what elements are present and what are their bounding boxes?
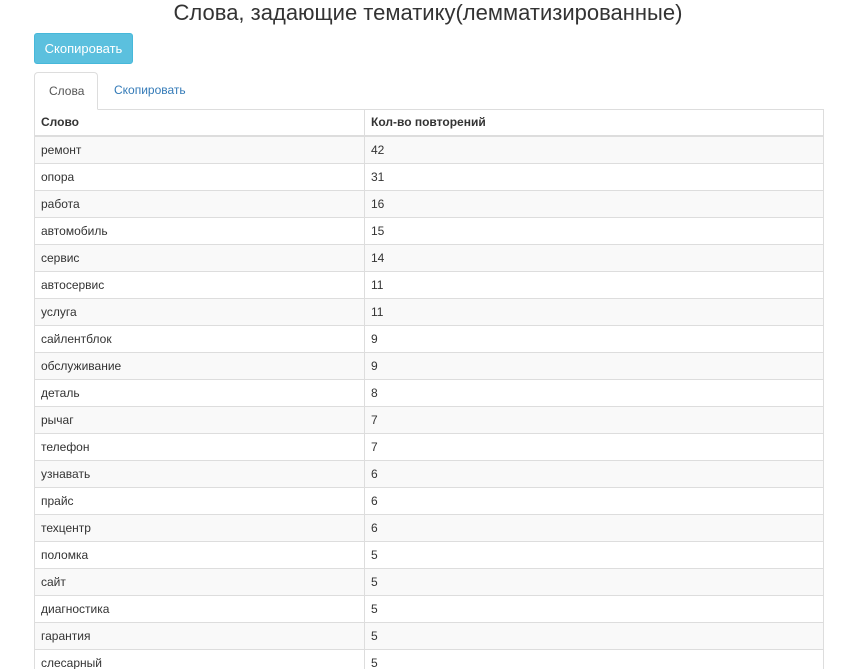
table-row: слесарный 5: [35, 649, 823, 669]
cell-count: 6: [364, 514, 823, 542]
cell-count: 5: [364, 595, 823, 623]
table-body: ремонт 42 опора 31 работа 16 автомобиль 15 серви…: [35, 135, 823, 669]
table-row: автосервис 11: [35, 271, 823, 299]
table-row: автомобиль 15: [35, 217, 823, 245]
tab-bar: Слова Скопировать: [34, 72, 824, 110]
table-row: ремонт 42: [35, 135, 823, 164]
table-row: телефон 7: [35, 433, 823, 461]
table-row: услуга 11: [35, 298, 823, 326]
cell-count: 6: [364, 487, 823, 515]
table-row: рычаг 7: [35, 406, 823, 434]
table-row: гарантия 5: [35, 622, 823, 650]
cell-word: диагностика: [35, 595, 365, 623]
cell-count: 5: [364, 541, 823, 569]
cell-count: 42: [364, 135, 823, 164]
cell-count: 6: [364, 460, 823, 488]
cell-word: телефон: [35, 433, 365, 461]
cell-word: опора: [35, 163, 365, 191]
table-row: техцентр 6: [35, 514, 823, 542]
words-table: Слово Кол-во повторений ремонт 42 опора 31 р…: [35, 109, 823, 669]
table-row: работа 16: [35, 190, 823, 218]
cell-count: 9: [364, 352, 823, 380]
cell-word: узнавать: [35, 460, 365, 488]
table-row: узнавать 6: [35, 460, 823, 488]
tab-words[interactable]: Слова: [34, 72, 98, 110]
copy-button[interactable]: Скопировать: [34, 33, 133, 64]
table-row: обслуживание 9: [35, 352, 823, 380]
cell-word: сайлентблок: [35, 325, 365, 353]
words-table-container: Слово Кол-во повторений ремонт 42 опора 31 р…: [34, 109, 824, 669]
table-row: поломка 5: [35, 541, 823, 569]
column-header-word: Слово: [35, 109, 365, 137]
cell-count: 7: [364, 406, 823, 434]
table-row: прайс 6: [35, 487, 823, 515]
cell-word: слесарный: [35, 649, 365, 669]
cell-count: 8: [364, 379, 823, 407]
tab-copy[interactable]: Скопировать: [100, 72, 200, 109]
cell-count: 11: [364, 298, 823, 326]
cell-count: 9: [364, 325, 823, 353]
table-row: сайт 5: [35, 568, 823, 596]
cell-word: гарантия: [35, 622, 365, 650]
cell-word: рычаг: [35, 406, 365, 434]
cell-word: прайс: [35, 487, 365, 515]
cell-count: 31: [364, 163, 823, 191]
cell-word: сервис: [35, 244, 365, 272]
cell-count: 5: [364, 568, 823, 596]
cell-count: 11: [364, 271, 823, 299]
table-header-row: Слово Кол-во повторений: [35, 109, 823, 137]
cell-word: обслуживание: [35, 352, 365, 380]
cell-word: сайт: [35, 568, 365, 596]
cell-word: деталь: [35, 379, 365, 407]
table-row: диагностика 5: [35, 595, 823, 623]
cell-word: автосервис: [35, 271, 365, 299]
cell-count: 7: [364, 433, 823, 461]
table-row: опора 31: [35, 163, 823, 191]
cell-word: техцентр: [35, 514, 365, 542]
cell-count: 5: [364, 649, 823, 669]
cell-word: услуга: [35, 298, 365, 326]
cell-word: поломка: [35, 541, 365, 569]
cell-word: работа: [35, 190, 365, 218]
cell-word: автомобиль: [35, 217, 365, 245]
cell-count: 5: [364, 622, 823, 650]
cell-count: 16: [364, 190, 823, 218]
cell-count: 14: [364, 244, 823, 272]
page-title: Слова, задающие тематику(лемматизированн…: [173, 0, 683, 25]
table-row: сайлентблок 9: [35, 325, 823, 353]
cell-word: ремонт: [35, 135, 365, 164]
page: Слова, задающие тематику(лемматизированн…: [0, 0, 850, 669]
column-header-count: Кол-во повторений: [364, 109, 823, 137]
table-row: сервис 14: [35, 244, 823, 272]
cell-count: 15: [364, 217, 823, 245]
table-row: деталь 8: [35, 379, 823, 407]
